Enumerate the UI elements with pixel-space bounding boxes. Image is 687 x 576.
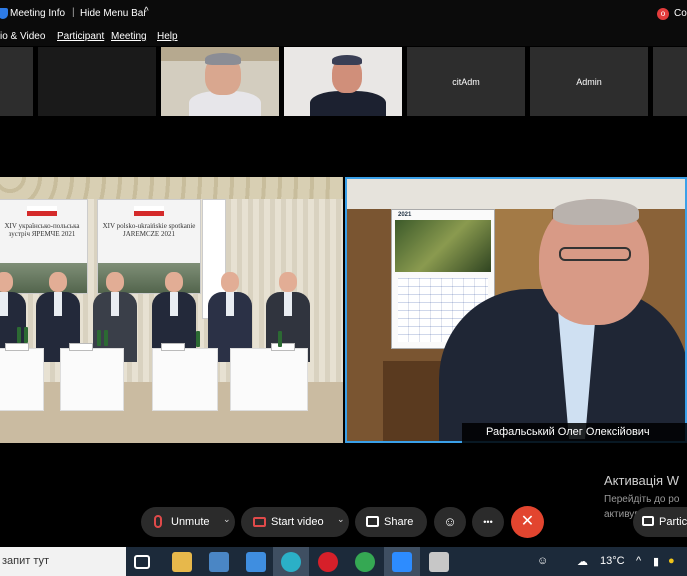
task-view-icon[interactable] (134, 555, 150, 569)
curtain-valance (0, 177, 343, 199)
water-bottle (278, 331, 282, 347)
banner-title: XIV українсько-польська зустріч ЯРЕМЧЕ 2… (4, 222, 80, 238)
active-speaker-video[interactable]: 2021 (345, 177, 687, 443)
participant-video-tile[interactable] (284, 47, 402, 116)
menu-bar: io & Video Participant Meeting Help (0, 28, 687, 46)
speaker-name-label: Рафальський Олег Олексійович (462, 423, 687, 443)
panel-table (60, 343, 124, 411)
banner-title: XIV polsko-ukraińskie spotkanie JAREMCZE… (102, 222, 196, 238)
participant-tile[interactable] (0, 47, 33, 116)
windows-taskbar: запит тут ☺ ☁ 13°C ^ ▮ ● (0, 547, 687, 576)
hide-menu-bar-button[interactable]: Hide Menu Bar (80, 8, 147, 19)
recording-label[interactable]: Co (674, 8, 687, 19)
participants-button[interactable]: Partic (633, 507, 687, 537)
participants-label: Partic (659, 516, 687, 528)
speaker-hair (553, 199, 639, 225)
recording-icon[interactable]: o (657, 8, 669, 20)
weather-cloud-icon[interactable]: ☁ (577, 555, 588, 568)
water-bottle (196, 331, 200, 347)
shield-icon[interactable] (0, 8, 8, 19)
unmute-label: Unmute (171, 516, 210, 528)
opera-icon[interactable] (318, 552, 338, 572)
paint-icon[interactable] (429, 552, 449, 572)
participant-name: citAdm (452, 76, 480, 87)
water-bottle (104, 330, 108, 346)
speaker-glasses (559, 247, 631, 261)
participant-tile[interactable]: Admin (530, 47, 648, 116)
panel-table (152, 343, 218, 411)
share-icon (366, 516, 379, 527)
panel-table (0, 343, 44, 411)
zoom-meeting-window: Meeting Info | Hide Menu Bar ^ o Co io &… (0, 0, 687, 576)
chevron-down-icon[interactable]: ⌄ (223, 514, 231, 525)
chevron-up-icon[interactable]: ^ (636, 555, 641, 567)
ceiling-strip (347, 179, 685, 209)
participants-icon (642, 516, 654, 526)
participant-tile[interactable] (653, 47, 687, 116)
edge-icon[interactable] (281, 552, 301, 572)
more-button[interactable]: ••• (472, 507, 504, 537)
chrome-icon[interactable] (355, 552, 375, 572)
meeting-top-bar: Meeting Info | Hide Menu Bar ^ o Co (0, 0, 687, 28)
activation-watermark-title: Активація W (604, 473, 679, 488)
menu-participant[interactable]: Participant (57, 31, 104, 42)
divider: | (72, 7, 75, 18)
participant-tile[interactable]: citAdm (407, 47, 525, 116)
water-bottle (17, 327, 21, 343)
participant-video-tile[interactable] (161, 47, 279, 116)
close-icon: ✕ (520, 513, 535, 530)
taskbar-search-box[interactable]: запит тут (0, 547, 126, 576)
conference-room-video[interactable]: XIV українсько-польська зустріч ЯРЕМЧЕ 2… (0, 177, 343, 443)
water-bottle (97, 330, 101, 346)
microphone-icon[interactable]: ▮ (653, 555, 659, 568)
smiley-icon: ☺ (443, 514, 457, 529)
mic-muted-icon (154, 515, 162, 528)
calendar-year: 2021 (398, 212, 412, 218)
start-video-button[interactable]: Start video ⌄ (241, 507, 349, 537)
search-placeholder: запит тут (2, 555, 50, 567)
sun-icon[interactable]: ● (668, 555, 675, 567)
chevron-down-icon[interactable]: ⌄ (337, 514, 345, 525)
participant-thumbnail-strip: citAdm Admin (0, 47, 687, 117)
mail-icon[interactable] (246, 552, 266, 572)
menu-audio-video[interactable]: io & Video (0, 31, 45, 42)
people-icon[interactable]: ☺ (537, 555, 548, 567)
reactions-button[interactable]: ☺ (434, 507, 466, 537)
store-icon[interactable] (209, 552, 229, 572)
zoom-app-icon[interactable] (392, 552, 412, 572)
water-bottle (24, 327, 28, 343)
calendar-picture (395, 220, 491, 272)
leave-button[interactable]: ✕ (511, 506, 544, 538)
start-video-label: Start video (271, 516, 324, 528)
file-explorer-icon[interactable] (172, 552, 192, 572)
participant-name: Admin (576, 76, 602, 87)
share-button[interactable]: Share (355, 507, 427, 537)
meeting-info-button[interactable]: Meeting Info (10, 8, 65, 19)
panel-table (230, 343, 308, 411)
activation-watermark-text: Перейдіть до ро (604, 494, 680, 505)
more-icon: ••• (483, 517, 493, 527)
flag-icon (27, 206, 57, 216)
flag-icon (134, 206, 164, 216)
unmute-button[interactable]: Unmute ⌄ (141, 507, 235, 537)
camera-off-icon (253, 517, 266, 527)
menu-help[interactable]: Help (157, 31, 178, 42)
menu-meeting[interactable]: Meeting (111, 31, 147, 42)
temperature[interactable]: 13°C (600, 555, 625, 567)
participant-tile[interactable] (38, 47, 156, 116)
chevron-up-icon[interactable]: ^ (144, 6, 149, 17)
share-label: Share (384, 516, 414, 528)
